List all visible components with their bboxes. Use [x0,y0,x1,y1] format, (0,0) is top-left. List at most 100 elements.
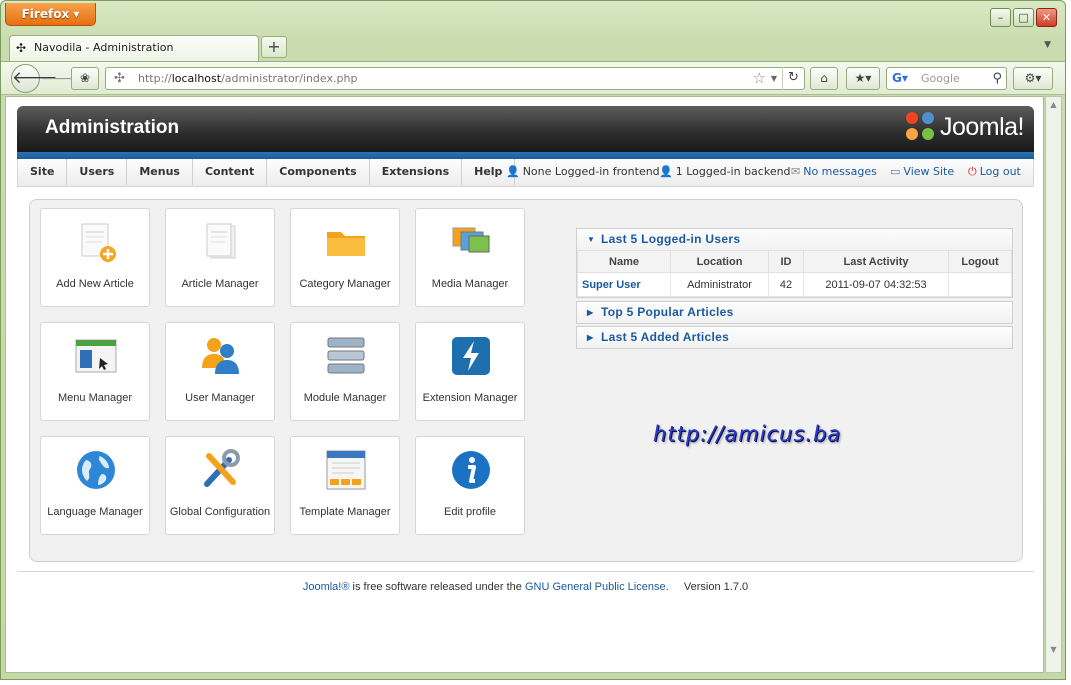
vertical-scrollbar[interactable]: ▲ ▼ [1045,96,1062,673]
tile-menu-manager[interactable]: Menu Manager [40,322,150,421]
search-icon[interactable]: ⚲ [992,68,1002,89]
addon-menu-button[interactable]: ⚙▾ [1013,67,1053,90]
tab-title: Navodila - Administration [34,41,174,54]
menu-extensions[interactable]: Extensions [370,159,463,185]
col-location: Location [670,250,769,273]
firefox-menu-button[interactable]: Firefox ▾ [5,3,96,26]
menu-components[interactable]: Components [267,159,370,185]
backend-users-status: 👤 1 Logged-in backend [659,159,791,185]
google-engine-icon[interactable]: G▾ [892,71,908,85]
url-path: /administrator/index.php [221,72,358,85]
tile-label: Media Manager [431,278,509,290]
tile-label: Template Manager [299,506,391,518]
tile-article-manager[interactable]: Article Manager [165,208,275,307]
logout-icon: ⏻ [968,165,977,178]
maximize-button[interactable]: □ [1013,8,1034,27]
extension-icon [452,337,490,375]
table-row: Super User Administrator 42 2011-09-07 0… [577,272,1012,297]
search-placeholder: Google [921,72,960,85]
module-title: Top 5 Popular Articles [601,305,734,319]
watermark-text: http://amicus.ba [653,422,842,446]
forward-button[interactable]: 🡒 [41,69,79,89]
tile-label: Language Manager [47,506,143,518]
tile-template-manager[interactable]: Template Manager [290,436,400,535]
module-header[interactable]: ▼ Last 5 Logged-in Users [577,229,1012,250]
new-tab-button[interactable]: + [261,36,287,58]
module-title: Last 5 Logged-in Users [601,232,741,246]
frontend-users-status: 👤 None Logged-in frontend [506,159,660,185]
user-name-link[interactable]: Super User [577,272,671,297]
joomla-logo-text: Joomla! [939,113,1025,141]
scroll-down-icon[interactable]: ▼ [1046,642,1061,658]
control-panel: Add New Article Article Manager Category… [29,199,1023,562]
tile-user-manager[interactable]: User Manager [165,322,275,421]
tile-category-manager[interactable]: Category Manager [290,208,400,307]
navigation-toolbar: 🡐 🡒 ❀ ✣ http://localhost/administrator/i… [1,61,1065,95]
user-icon: 👤 [659,165,673,178]
user-id: 42 [768,272,804,297]
browser-tab[interactable]: ✣ Navodila - Administration [9,35,259,61]
tile-language-manager[interactable]: Language Manager [40,436,150,535]
logged-in-users-module: ▼ Last 5 Logged-in Users Name Location I… [576,228,1013,298]
user-location: Administrator [670,272,769,297]
tile-label: User Manager [185,392,255,404]
admin-menu-bar: Site Users Menus Content Components Exte… [17,159,1034,187]
menu-site[interactable]: Site [18,159,68,185]
module-header[interactable]: ▶ Last 5 Added Articles [577,327,1012,348]
table-header-row: Name Location ID Last Activity Logout [577,250,1012,273]
tab-list-chevron-icon[interactable]: ▼ [1044,40,1051,50]
tile-extension-manager[interactable]: Extension Manager [415,322,525,421]
messages-status[interactable]: ✉ No messages [791,159,877,185]
header-accent-bar [17,152,1034,159]
logout-link[interactable]: Log out [980,165,1021,178]
menu-users[interactable]: Users [67,159,128,185]
col-last-activity: Last Activity [803,250,949,273]
add-article-icon [81,223,116,262]
monitor-icon: ▭ [890,165,901,178]
expand-arrow-icon: ▶ [587,333,594,342]
scroll-up-icon[interactable]: ▲ [1046,97,1061,113]
footer-text-end: . [665,581,669,593]
back-button[interactable]: 🡐 [11,64,58,93]
module-header[interactable]: ▶ Top 5 Popular Articles [577,302,1012,323]
joomla-link[interactable]: Joomla!® [303,581,350,593]
home-button[interactable]: ⌂ [810,67,838,90]
view-site-link[interactable]: View Site [903,165,954,178]
joomla-logo-icon [905,112,936,142]
joomla-favicon-icon: ✣ [16,41,27,55]
added-articles-module: ▶ Last 5 Added Articles [576,326,1013,349]
tile-edit-profile[interactable]: Edit profile [415,436,525,535]
tile-media-manager[interactable]: Media Manager [415,208,525,307]
tile-module-manager[interactable]: Module Manager [290,322,400,421]
tab-bar: ✣ Navodila - Administration + ▼ [1,33,1065,61]
license-link[interactable]: GNU General Public License [525,581,666,593]
tools-icon [204,449,240,487]
logout-status[interactable]: ⏻ Log out [968,159,1021,185]
url-bar[interactable]: ✣ http://localhost/administrator/index.p… [105,67,805,90]
tile-add-new-article[interactable]: Add New Article [40,208,150,307]
search-input[interactable]: G▾ Google ⚲ [886,67,1007,90]
bookmark-star-icon[interactable]: ☆ [753,68,766,89]
tile-label: Article Manager [181,278,259,290]
tile-global-configuration[interactable]: Global Configuration [165,436,275,535]
view-site-status[interactable]: ▭ View Site [890,159,954,185]
reload-icon[interactable]: ↻ [782,67,804,90]
template-icon [326,450,366,490]
addon-button[interactable]: ❀ [71,67,99,90]
user-last-activity: 2011-09-07 04:32:53 [803,272,949,297]
collapse-arrow-icon: ▼ [587,235,596,244]
version-text: Version 1.7.0 [683,581,749,593]
messages-link[interactable]: No messages [803,165,877,178]
article-icon [206,223,236,259]
footer: Joomla!® is free software released under… [6,581,1043,593]
menu-content[interactable]: Content [193,159,268,185]
tile-label: Category Manager [299,278,391,290]
bookmarks-button[interactable]: ★▾ [846,67,880,90]
user-icon: 👤 [506,165,520,178]
close-window-button[interactable]: ✕ [1036,8,1057,27]
admin-header: Administration Joomla! [17,106,1034,152]
url-history-dropdown-icon[interactable]: ▼ [771,68,777,89]
window-controls: – □ ✕ [990,8,1057,27]
menu-menus[interactable]: Menus [127,159,193,185]
minimize-button[interactable]: – [990,8,1011,27]
